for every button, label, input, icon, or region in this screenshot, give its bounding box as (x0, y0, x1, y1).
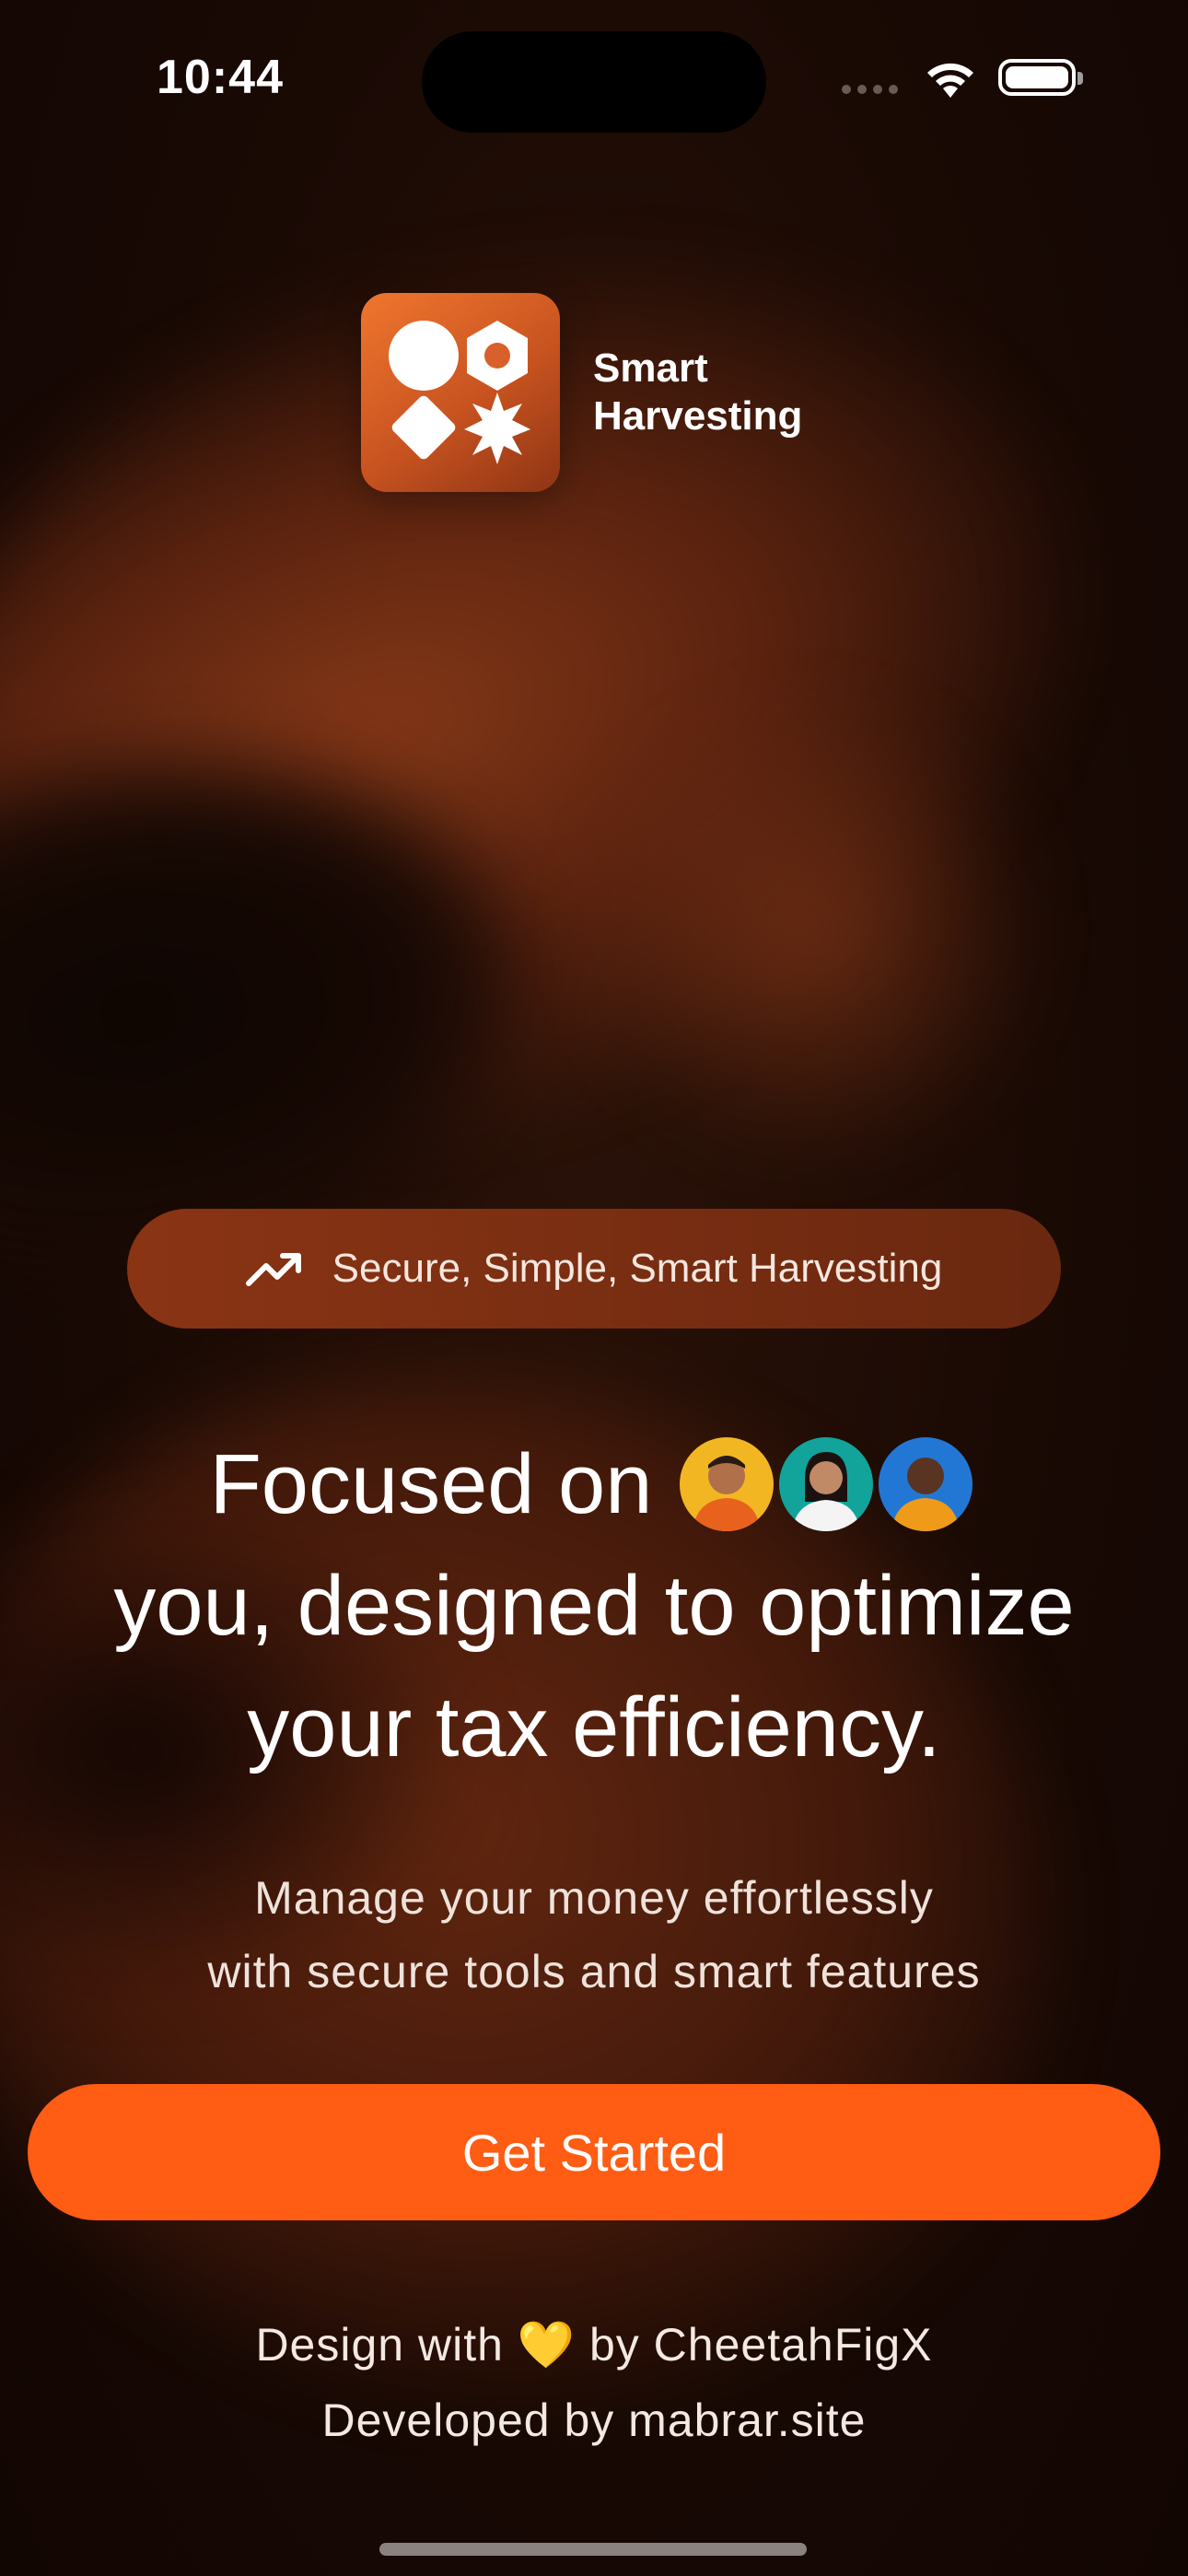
wifi-icon (927, 63, 973, 98)
home-indicator[interactable] (379, 2543, 807, 2556)
brand-name-line2: Harvesting (593, 393, 803, 439)
heart-icon: 💛 (517, 2319, 577, 2371)
cellular-signal-icon (842, 85, 898, 94)
headline: Focused on you, designed to optimize you… (0, 1423, 1188, 1788)
brand-name: Smart Harvesting (593, 345, 802, 440)
tagline-pill: Secure, Simple, Smart Harvesting (127, 1209, 1061, 1329)
developer-credit: Developed by mabrar.site (321, 2395, 867, 2446)
avatar (879, 1437, 973, 1531)
background-blur-shape (571, 691, 1050, 1170)
status-time: 10:44 (157, 51, 284, 104)
avatar (779, 1437, 874, 1531)
subtitle: Manage your money effortlessly with secu… (0, 1861, 1188, 2008)
headline-line2: you, designed to optimize (113, 1559, 1075, 1653)
get-started-button[interactable]: Get Started (28, 2084, 1160, 2220)
tagline-text: Secure, Simple, Smart Harvesting (332, 1246, 943, 1291)
subtitle-line2: with secure tools and smart features (207, 1946, 981, 1997)
avatar-group (680, 1437, 978, 1531)
brand-name-line1: Smart (593, 345, 708, 391)
design-credit-suffix: by CheetahFigX (588, 2319, 933, 2371)
brand-logo: Smart Harvesting (361, 293, 802, 492)
subtitle-line1: Manage your money effortlessly (254, 1872, 934, 1924)
onboarding-screen: 10:44 Smart Harvesting Secure, Simple, S… (0, 0, 1188, 2576)
headline-line3: your tax efficiency. (247, 1680, 941, 1774)
dynamic-island (422, 31, 766, 133)
design-credit: Design with 💛 by CheetahFigX (0, 2307, 1188, 2383)
battery-icon (998, 59, 1083, 96)
trending-up-icon (245, 1253, 301, 1286)
design-credit-prefix: Design with (255, 2319, 504, 2371)
footer-credits: Design with 💛 by CheetahFigX Developed b… (0, 2307, 1188, 2458)
headline-line1: Focused on (209, 1437, 653, 1531)
avatar (680, 1437, 775, 1531)
status-bar: 10:44 (0, 0, 1188, 157)
app-logo-icon (361, 293, 560, 492)
